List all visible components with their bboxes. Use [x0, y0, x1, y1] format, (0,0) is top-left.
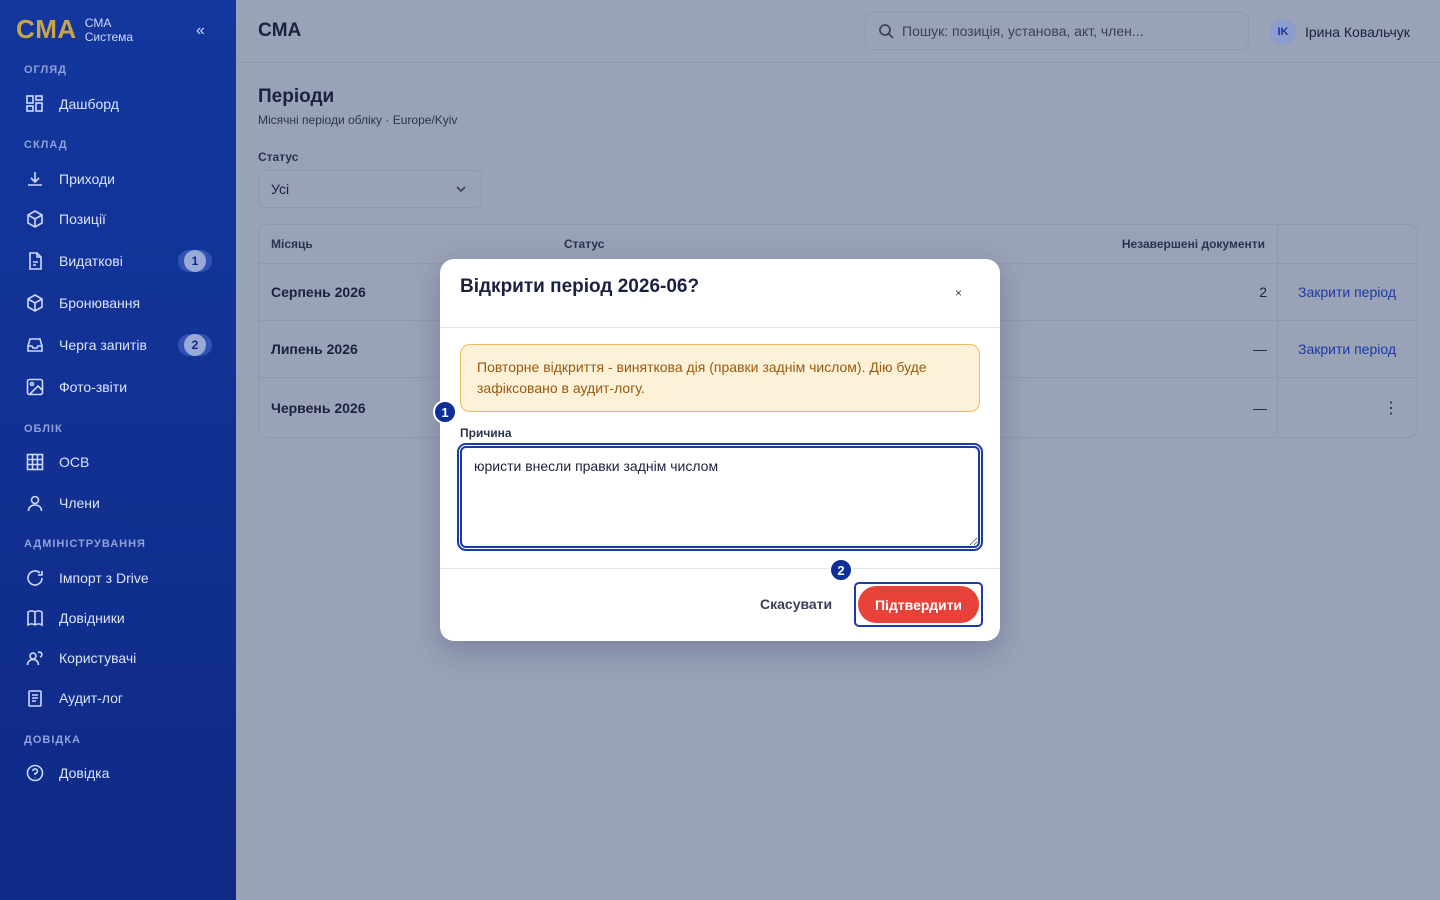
- close-period-button[interactable]: Закрити період: [1298, 284, 1396, 300]
- step-marker-1: 1: [433, 400, 457, 424]
- queue-count-badge: 2: [178, 334, 212, 356]
- chevron-down-icon: [456, 186, 466, 193]
- user-menu[interactable]: IK Ірина Ковальчук: [1270, 19, 1410, 45]
- sidebar-item-label: Дашборд: [59, 96, 119, 112]
- section-overview: Огляд: [24, 64, 67, 76]
- sidebar-item-photos[interactable]: Фото-звіти: [24, 372, 214, 402]
- page-subtitle: Місячні періоди обліку · Europe/Kyiv: [258, 113, 458, 127]
- sidebar-item-label: Позиції: [59, 211, 106, 227]
- user-name: Ірина Ковальчук: [1305, 24, 1410, 40]
- collapse-sidebar-button[interactable]: «: [196, 22, 205, 40]
- sidebar-item-positions[interactable]: Позиції: [24, 204, 214, 234]
- section-accounting: Облік: [24, 423, 63, 435]
- status-filter-value: Усі: [271, 181, 290, 197]
- top-header: CMA IK Ірина Ковальчук: [236, 0, 1440, 63]
- row-pending: —: [1253, 400, 1267, 416]
- section-help: Довідка: [24, 734, 81, 746]
- users-icon: [24, 647, 46, 669]
- dialog-divider: [440, 327, 1000, 328]
- sidebar-item-users[interactable]: Користувачі: [24, 643, 214, 673]
- header-status: Статус: [564, 237, 605, 251]
- close-icon[interactable]: ×: [955, 286, 962, 300]
- confirm-button[interactable]: Підтвердити: [858, 586, 979, 623]
- status-filter-select[interactable]: Усі: [258, 170, 482, 208]
- avatar: IK: [1270, 19, 1296, 45]
- dashboard-icon: [24, 93, 46, 115]
- sidebar-item-receipts[interactable]: Приходи: [24, 164, 214, 194]
- status-filter-label: Статус: [258, 150, 299, 164]
- sidebar-item-label: ОСВ: [59, 454, 90, 470]
- user-icon: [24, 492, 46, 514]
- sidebar-item-osv[interactable]: ОСВ: [24, 447, 214, 477]
- search-input[interactable]: [902, 23, 1232, 39]
- help-icon: [24, 762, 46, 784]
- sidebar-item-label: Аудит-лог: [59, 690, 123, 706]
- sidebar-item-label: Користувачі: [59, 650, 137, 666]
- header-month: Місяць: [271, 237, 313, 251]
- warning-alert: Повторне відкриття - виняткова дія (прав…: [460, 344, 980, 412]
- clipboard-icon: [24, 687, 46, 709]
- sidebar-item-queue[interactable]: Черга запитів 2: [24, 330, 214, 360]
- row-pending: 2: [1259, 284, 1267, 300]
- sidebar-item-label: Довідка: [59, 765, 110, 781]
- refresh-icon: [24, 567, 46, 589]
- sidebar-item-references[interactable]: Довідники: [24, 603, 214, 633]
- sidebar-item-label: Приходи: [59, 171, 115, 187]
- sidebar-item-bookings[interactable]: Бронювання: [24, 288, 214, 318]
- image-icon: [24, 376, 46, 398]
- box-icon: [24, 208, 46, 230]
- reopen-period-dialog: Відкрити період 2026-06? × Повторне відк…: [440, 259, 1000, 641]
- brand-logo: CMA: [16, 14, 77, 44]
- grid-icon: [24, 451, 46, 473]
- sidebar-item-label: Фото-звіти: [59, 379, 128, 395]
- row-month: Серпень 2026: [271, 284, 366, 300]
- page-title: Періоди: [258, 86, 335, 107]
- book-icon: [24, 607, 46, 629]
- close-period-button[interactable]: Закрити період: [1298, 341, 1396, 357]
- sidebar-item-dashboard[interactable]: Дашборд: [24, 89, 214, 119]
- sidebar-item-members[interactable]: Члени: [24, 488, 214, 518]
- download-icon: [24, 168, 46, 190]
- sidebar-item-help[interactable]: Довідка: [24, 758, 214, 788]
- row-month: Липень 2026: [271, 341, 358, 357]
- sidebar: CMA CMA Система « Огляд Дашборд Склад Пр…: [0, 0, 236, 900]
- sidebar-item-label: Імпорт з Drive: [59, 570, 149, 586]
- section-admin: Адміністрування: [24, 538, 146, 550]
- sidebar-item-expenses[interactable]: Видаткові 1: [24, 246, 214, 276]
- sidebar-item-label: Члени: [59, 495, 100, 511]
- step-marker-2: 2: [829, 558, 853, 582]
- brand: CMA CMA Система: [16, 14, 133, 45]
- sidebar-item-audit[interactable]: Аудит-лог: [24, 683, 214, 713]
- dialog-divider: [440, 568, 1000, 569]
- package-icon: [24, 292, 46, 314]
- reason-label: Причина: [460, 426, 512, 440]
- sidebar-item-label: Видаткові: [59, 253, 123, 269]
- row-actions-menu-icon[interactable]: ⋮: [1383, 398, 1399, 418]
- expenses-count-badge: 1: [178, 250, 212, 272]
- document-icon: [24, 250, 46, 272]
- sidebar-item-label: Бронювання: [59, 295, 141, 311]
- brand-text: CMA Система: [85, 16, 133, 44]
- search-icon: [879, 24, 894, 39]
- brand-system: Система: [84, 29, 134, 44]
- sidebar-item-label: Черга запитів: [59, 337, 147, 353]
- inbox-icon: [24, 334, 46, 356]
- confirm-focus-ring: Підтвердити: [854, 582, 983, 627]
- brand-name: CMA: [84, 15, 112, 30]
- section-warehouse: Склад: [24, 139, 68, 151]
- app-title: CMA: [258, 20, 302, 41]
- search-box[interactable]: [865, 12, 1249, 50]
- row-pending: —: [1253, 341, 1267, 357]
- cancel-button[interactable]: Скасувати: [746, 586, 846, 622]
- sidebar-item-import[interactable]: Імпорт з Drive: [24, 563, 214, 593]
- dialog-title: Відкрити період 2026-06?: [460, 276, 700, 297]
- header-pending: Незавершені документи: [1121, 237, 1265, 251]
- reason-textarea[interactable]: юристи внесли правки заднім числом: [457, 443, 983, 551]
- row-month: Червень 2026: [271, 400, 366, 416]
- sidebar-item-label: Довідники: [59, 610, 125, 626]
